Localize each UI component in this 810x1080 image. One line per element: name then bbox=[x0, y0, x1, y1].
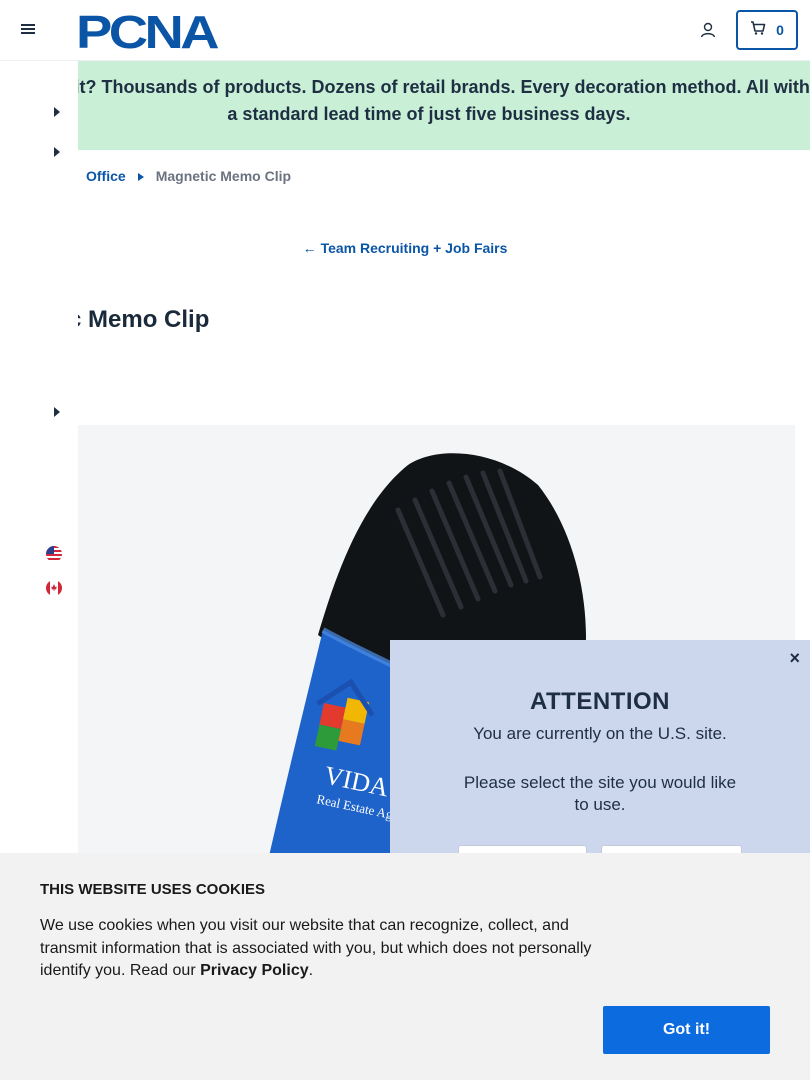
back-link-label: Team Recruiting + Job Fairs bbox=[320, 240, 508, 256]
promo-banner-text: Wait? Thousands of products. Dozens of r… bbox=[78, 77, 810, 124]
caret-right-icon[interactable] bbox=[53, 107, 61, 117]
caret-right-icon[interactable] bbox=[53, 147, 61, 157]
site-header: PCNA 0 bbox=[0, 0, 810, 61]
cookie-banner: THIS WEBSITE USES COOKIES We use cookies… bbox=[0, 853, 810, 1080]
modal-message: You are currently on the U.S. site. bbox=[473, 724, 727, 743]
cart-button[interactable]: 0 bbox=[736, 10, 798, 50]
close-icon[interactable]: × bbox=[789, 648, 800, 669]
modal-title: ATTENTION bbox=[529, 688, 671, 715]
breadcrumb-current: Magnetic Memo Clip bbox=[155, 168, 292, 184]
cookie-title: THIS WEBSITE USES COOKIES bbox=[40, 881, 266, 898]
breadcrumb-link-office[interactable]: Office bbox=[86, 168, 126, 184]
privacy-policy-link[interactable]: Privacy Policy bbox=[200, 962, 309, 979]
modal-instruction: Please select the site you would like to… bbox=[463, 773, 737, 814]
breadcrumb: Office Magnetic Memo Clip bbox=[86, 168, 291, 184]
account-icon[interactable] bbox=[700, 22, 716, 38]
logo-text: PCNA bbox=[76, 8, 218, 52]
accept-cookies-button[interactable]: Got it! bbox=[603, 1006, 770, 1054]
canada-flag-icon[interactable] bbox=[46, 580, 62, 596]
back-link[interactable]: ← Team Recruiting + Job Fairs bbox=[0, 240, 810, 256]
pcna-logo[interactable]: PCNA bbox=[76, 8, 224, 52]
arrow-left-icon: ← bbox=[302, 240, 317, 256]
cart-count: 0 bbox=[776, 22, 784, 38]
promo-banner: Wait? Thousands of products. Dozens of r… bbox=[78, 61, 810, 150]
cookie-period: . bbox=[308, 962, 314, 979]
cart-icon bbox=[750, 20, 766, 40]
caret-right-icon[interactable] bbox=[53, 407, 61, 417]
us-flag-icon[interactable] bbox=[46, 546, 62, 562]
cookie-text: We use cookies when you visit our websit… bbox=[40, 915, 615, 983]
menu-icon[interactable] bbox=[20, 22, 36, 38]
caret-right-icon bbox=[137, 168, 144, 184]
cookie-body: We use cookies when you visit our websit… bbox=[40, 917, 592, 979]
